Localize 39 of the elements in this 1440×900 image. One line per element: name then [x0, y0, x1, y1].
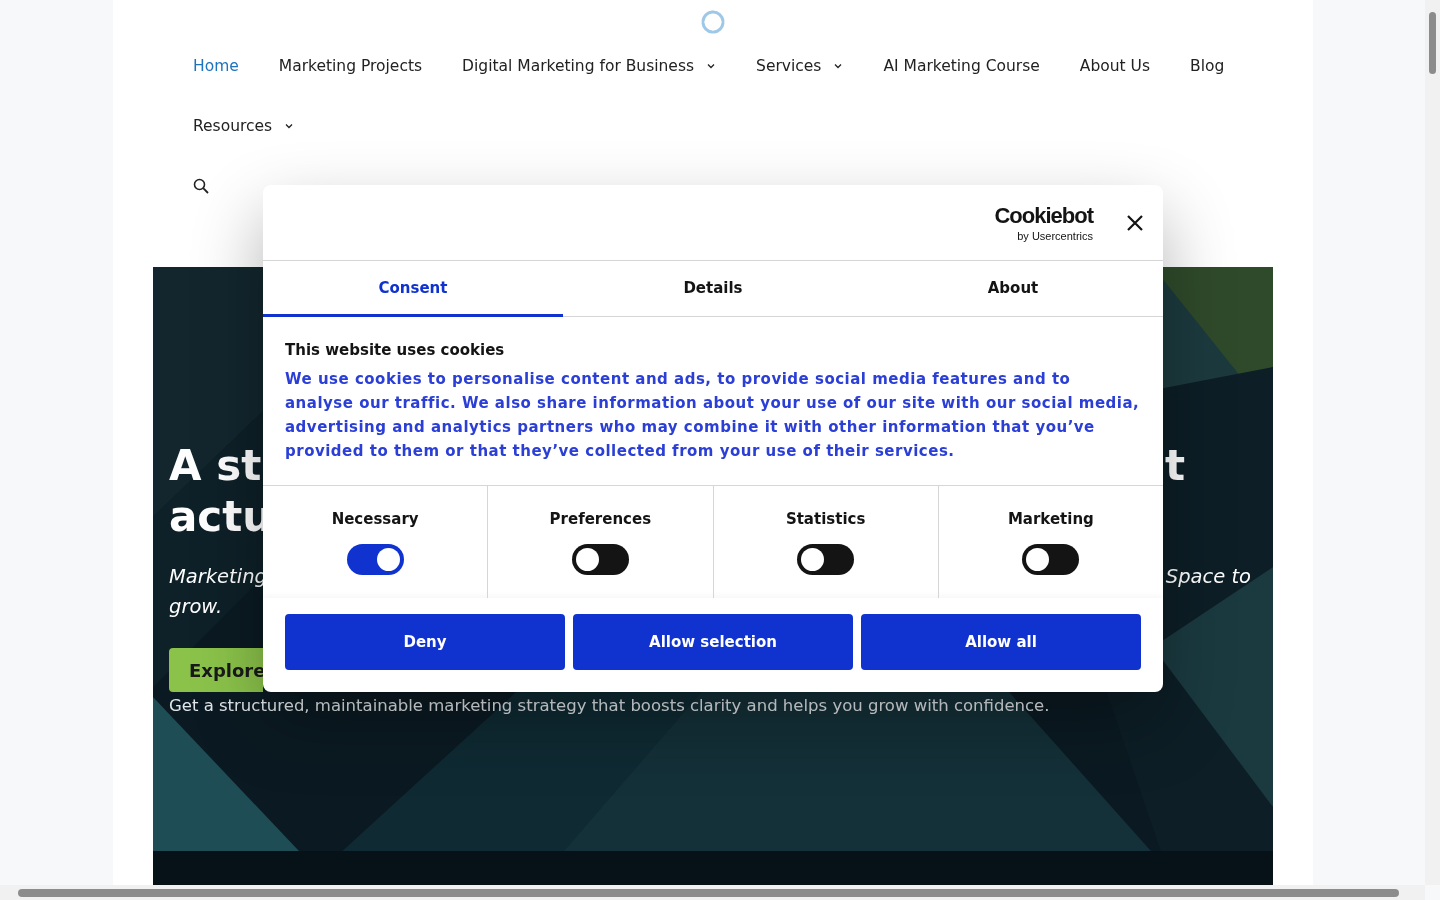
- dialog-tab[interactable]: Details: [563, 261, 863, 317]
- horizontal-scrollbar[interactable]: [0, 885, 1425, 900]
- nav-link[interactable]: About Us: [1059, 36, 1170, 96]
- caret-icon: [833, 61, 844, 71]
- dialog-tab[interactable]: About: [863, 261, 1163, 317]
- nav-link[interactable]: Services: [736, 36, 864, 96]
- hero-subtitle: Space to: [1165, 564, 1252, 590]
- hero-subtitle: grow.: [169, 594, 224, 620]
- vertical-scrollbar[interactable]: [1425, 0, 1440, 885]
- hero-subtitle: Marketing: [169, 564, 267, 590]
- category-label: Statistics: [785, 510, 866, 528]
- toggle-switch[interactable]: [797, 544, 855, 575]
- toggle-switch[interactable]: [346, 544, 404, 575]
- nav-link[interactable]: Home: [173, 36, 259, 96]
- allow-all-button[interactable]: Allow all: [861, 614, 1141, 670]
- category-label: Preferences: [549, 510, 652, 528]
- allow-selection-button[interactable]: Allow selection: [573, 614, 853, 670]
- category-label: Necessary: [331, 510, 419, 528]
- toggle-switch[interactable]: [1022, 544, 1080, 575]
- category-label: Marketing: [1007, 510, 1094, 528]
- search-icon[interactable]: [193, 178, 209, 194]
- dialog-text: We use cookies to personalise content and ads, to provide social media features and to analyse our traffic. We also share information about your use of our site with our social media, advertising and analytics partners who may combine it with other information that you’ve provided to them or that they’ve collected from your use of their services.: [285, 369, 1141, 462]
- nav-link[interactable]: Resources: [173, 96, 315, 156]
- close-icon[interactable]: [1127, 214, 1143, 231]
- explore-button[interactable]: Explore: [169, 648, 263, 692]
- nav-link[interactable]: AI Marketing Course: [863, 36, 1060, 96]
- nav-link[interactable]: Marketing Projects: [258, 36, 443, 96]
- hero-tagline: Get a structured, maintainable marketing strategy that boosts clarity and helps you grow with confidence.: [169, 696, 1051, 716]
- hero-heading: A st: [169, 440, 262, 491]
- hero-heading: t: [1164, 440, 1186, 491]
- nav-link[interactable]: Blog: [1170, 36, 1245, 96]
- dialog-title: This website uses cookies: [285, 341, 506, 359]
- dialog-tab[interactable]: Consent: [263, 261, 563, 317]
- caret-icon: [284, 121, 295, 131]
- brand-logo: Cookiebot by Usercentrics: [994, 203, 1093, 242]
- nav-link[interactable]: Digital Marketing for Business: [442, 36, 737, 96]
- deny-button[interactable]: Deny: [285, 614, 565, 670]
- toggle-switch[interactable]: [571, 544, 629, 575]
- caret-icon: [706, 61, 717, 71]
